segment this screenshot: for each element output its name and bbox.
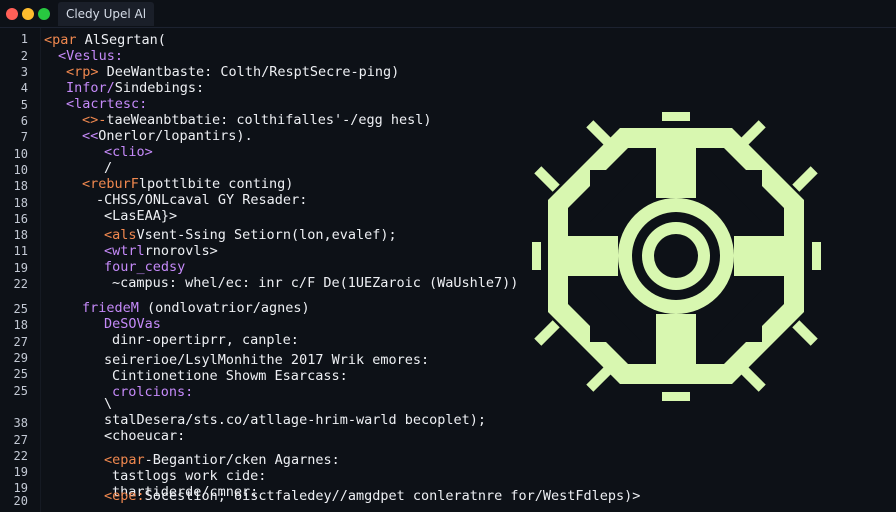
close-window-button[interactable]: [6, 8, 18, 20]
code-line: <epar-Begantior/cken Agarnes:: [104, 452, 340, 468]
line-number-gutter: 1 2 3 4 5 6 7 10 10 18 18 16 18 11 19 22…: [0, 28, 40, 512]
code-line: -CHSS/ONLcaval GY Resader:: [96, 192, 308, 208]
line-number: 2: [20, 49, 28, 63]
line-number: 1: [20, 32, 28, 46]
code-line: ~campus: whel/ec: inr c/F De(1UEZaroic (…: [112, 275, 519, 291]
code-line: stalDesera/sts.co/atllage-hrim-warld bec…: [104, 412, 487, 428]
code-line: <clio>: [104, 144, 153, 160]
code-line: <choeucar:: [104, 428, 186, 444]
line-number: 38: [13, 416, 28, 430]
code-line: <par AlSegrtan(: [44, 32, 166, 48]
maximize-window-button[interactable]: [38, 8, 50, 20]
code-line: seirerioe/LsylMonhithe 2017 Wrik emores:: [104, 352, 430, 368]
code-line: Infor/Sindebings:: [66, 80, 205, 96]
code-line: dinr-opertiprr, canple:: [112, 332, 299, 348]
line-number: 5: [20, 98, 28, 112]
code-line: <alsVsent-Ssing Setiorn(lon,evalef);: [104, 227, 397, 243]
editor-tab[interactable]: Cledy Upel Al: [58, 2, 154, 26]
line-number: 4: [20, 81, 28, 95]
title-bar: Cledy Upel Al: [0, 0, 896, 28]
code-line: <>-taeWeanbtbatie: colthifalles'-/egg he…: [82, 112, 432, 128]
code-line: friedeM (ondlovatrior/agnes): [82, 300, 310, 316]
code-line: Cintionetione Showm Esarcass:: [112, 368, 348, 384]
code-line: <Veslus:: [58, 48, 124, 64]
code-line: <epe:Socestion; oisctfaledey//amgdpet co…: [104, 488, 641, 504]
line-number: 22: [13, 449, 28, 463]
line-number: 25: [13, 367, 28, 381]
line-number: 25: [13, 384, 28, 398]
line-number: 20: [13, 494, 28, 508]
line-number: 19: [13, 481, 28, 495]
line-number: 29: [13, 351, 28, 365]
line-number: 7: [20, 130, 28, 144]
line-number: 27: [13, 433, 28, 447]
line-number: 3: [20, 65, 28, 79]
line-number: 6: [20, 114, 28, 128]
line-number: 16: [13, 212, 28, 226]
code-line: tastlogs work cide:: [112, 468, 267, 484]
line-number: 10: [13, 163, 28, 177]
line-number: 18: [13, 228, 28, 242]
line-number: 19: [13, 261, 28, 275]
editor-tab-label: Cledy Upel Al: [65, 7, 147, 21]
code-line: <<Onerlor/lopantirs).: [82, 128, 253, 144]
code-line: \: [104, 396, 113, 412]
gear-compass-icon: [532, 112, 821, 401]
code-line: <LasEAA}>: [104, 208, 178, 224]
minimize-window-button[interactable]: [22, 8, 34, 20]
code-line: <rp> DeeWantbaste: Colth/ResptSecre-ping…: [66, 64, 400, 80]
code-line: <reburFlpottlbite conting): [82, 176, 294, 192]
code-line: DeSOVas: [104, 316, 161, 332]
code-line: <wtrlrnorovls>: [104, 243, 218, 259]
line-number: 18: [13, 179, 28, 193]
code-line: four_cedsy: [104, 259, 186, 275]
line-number: 27: [13, 335, 28, 349]
code-line: /: [104, 160, 113, 176]
line-number: 18: [13, 318, 28, 332]
line-number: 22: [13, 277, 28, 291]
line-number: 19: [13, 465, 28, 479]
gutter-divider: [40, 28, 41, 512]
code-line: crolcions:: [112, 384, 194, 400]
code-line: <lacrtesc:: [66, 96, 148, 112]
line-number: 18: [13, 196, 28, 210]
line-number: 25: [13, 302, 28, 316]
line-number: 10: [13, 147, 28, 161]
line-number: 11: [13, 244, 28, 258]
